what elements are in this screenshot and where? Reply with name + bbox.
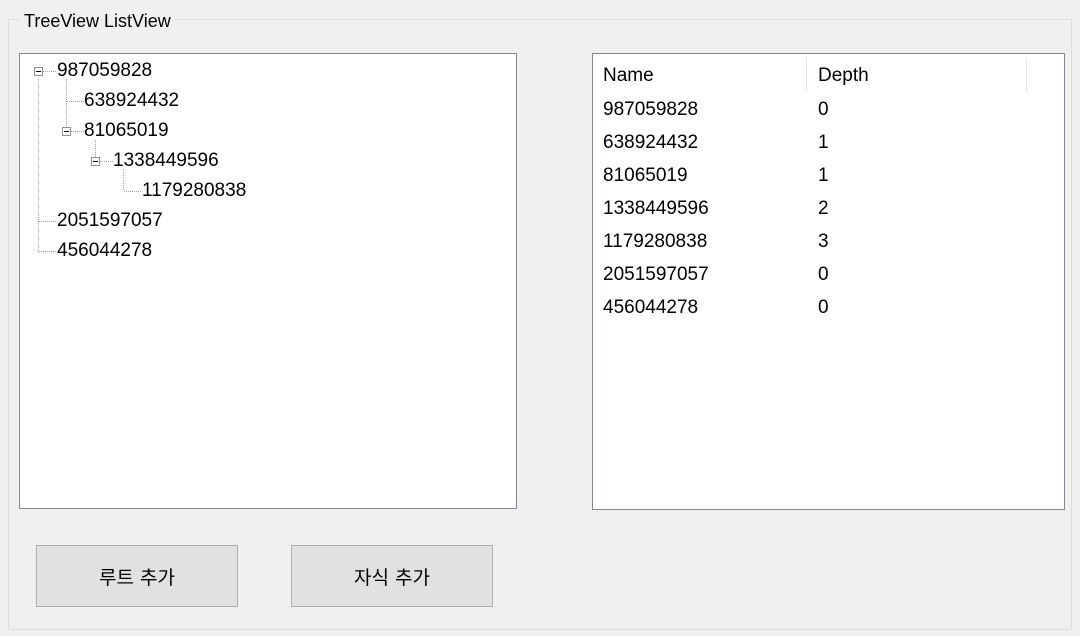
list-cell-depth: 3 [818, 231, 829, 252]
list-cell-name: 2051597057 [603, 264, 709, 285]
column-divider[interactable] [1026, 58, 1027, 92]
add-root-button[interactable]: 루트 추가 [36, 545, 238, 607]
list-cell-name: 456044278 [603, 297, 699, 318]
list-cell-name: 1338449596 [603, 198, 709, 219]
tree-node-6[interactable]: 456044278 [57, 239, 152, 263]
tree-node-1[interactable]: 638924432 [84, 89, 179, 113]
list-cell-name: 638924432 [603, 132, 699, 153]
list-cell-depth: 1 [818, 132, 829, 153]
column-divider[interactable] [806, 58, 807, 92]
list-cell-depth: 0 [818, 264, 829, 285]
list-row[interactable]: 1179280838 3 [593, 230, 1064, 262]
list-row[interactable]: 1338449596 2 [593, 197, 1064, 229]
tree-view[interactable]: 987059828 638924432 81065019 1338449596 … [19, 53, 517, 509]
list-cell-depth: 0 [818, 99, 829, 120]
list-row[interactable]: 987059828 0 [593, 98, 1064, 130]
list-cell-depth: 1 [818, 165, 829, 186]
tree-node-3[interactable]: 1338449596 [113, 149, 219, 173]
tree-node-5[interactable]: 2051597057 [57, 209, 163, 233]
list-cell-name: 987059828 [603, 99, 699, 120]
list-header: Name Depth [593, 54, 1064, 94]
tree-node-2-collapse-icon[interactable] [62, 127, 71, 136]
column-header-depth[interactable]: Depth [818, 64, 869, 88]
tree-node-2[interactable]: 81065019 [84, 119, 169, 143]
list-cell-depth: 2 [818, 198, 829, 219]
tree-node-4[interactable]: 1179280838 [142, 179, 246, 203]
list-row[interactable]: 2051597057 0 [593, 263, 1064, 295]
list-view[interactable]: Name Depth 987059828 0 638924432 1 81065… [592, 53, 1065, 510]
tree-node-0-collapse-icon[interactable] [34, 67, 43, 76]
list-row[interactable]: 638924432 1 [593, 131, 1064, 163]
tree-node-3-collapse-icon[interactable] [91, 157, 100, 166]
tree-node-0[interactable]: 987059828 [57, 59, 152, 83]
add-child-button[interactable]: 자식 추가 [291, 545, 493, 607]
list-cell-name: 1179280838 [603, 231, 708, 252]
list-row[interactable]: 456044278 0 [593, 296, 1064, 328]
column-header-name[interactable]: Name [603, 64, 654, 88]
list-row[interactable]: 81065019 1 [593, 164, 1064, 196]
list-cell-depth: 0 [818, 297, 829, 318]
groupbox-title: TreeView ListView [20, 9, 175, 33]
list-cell-name: 81065019 [603, 165, 688, 186]
